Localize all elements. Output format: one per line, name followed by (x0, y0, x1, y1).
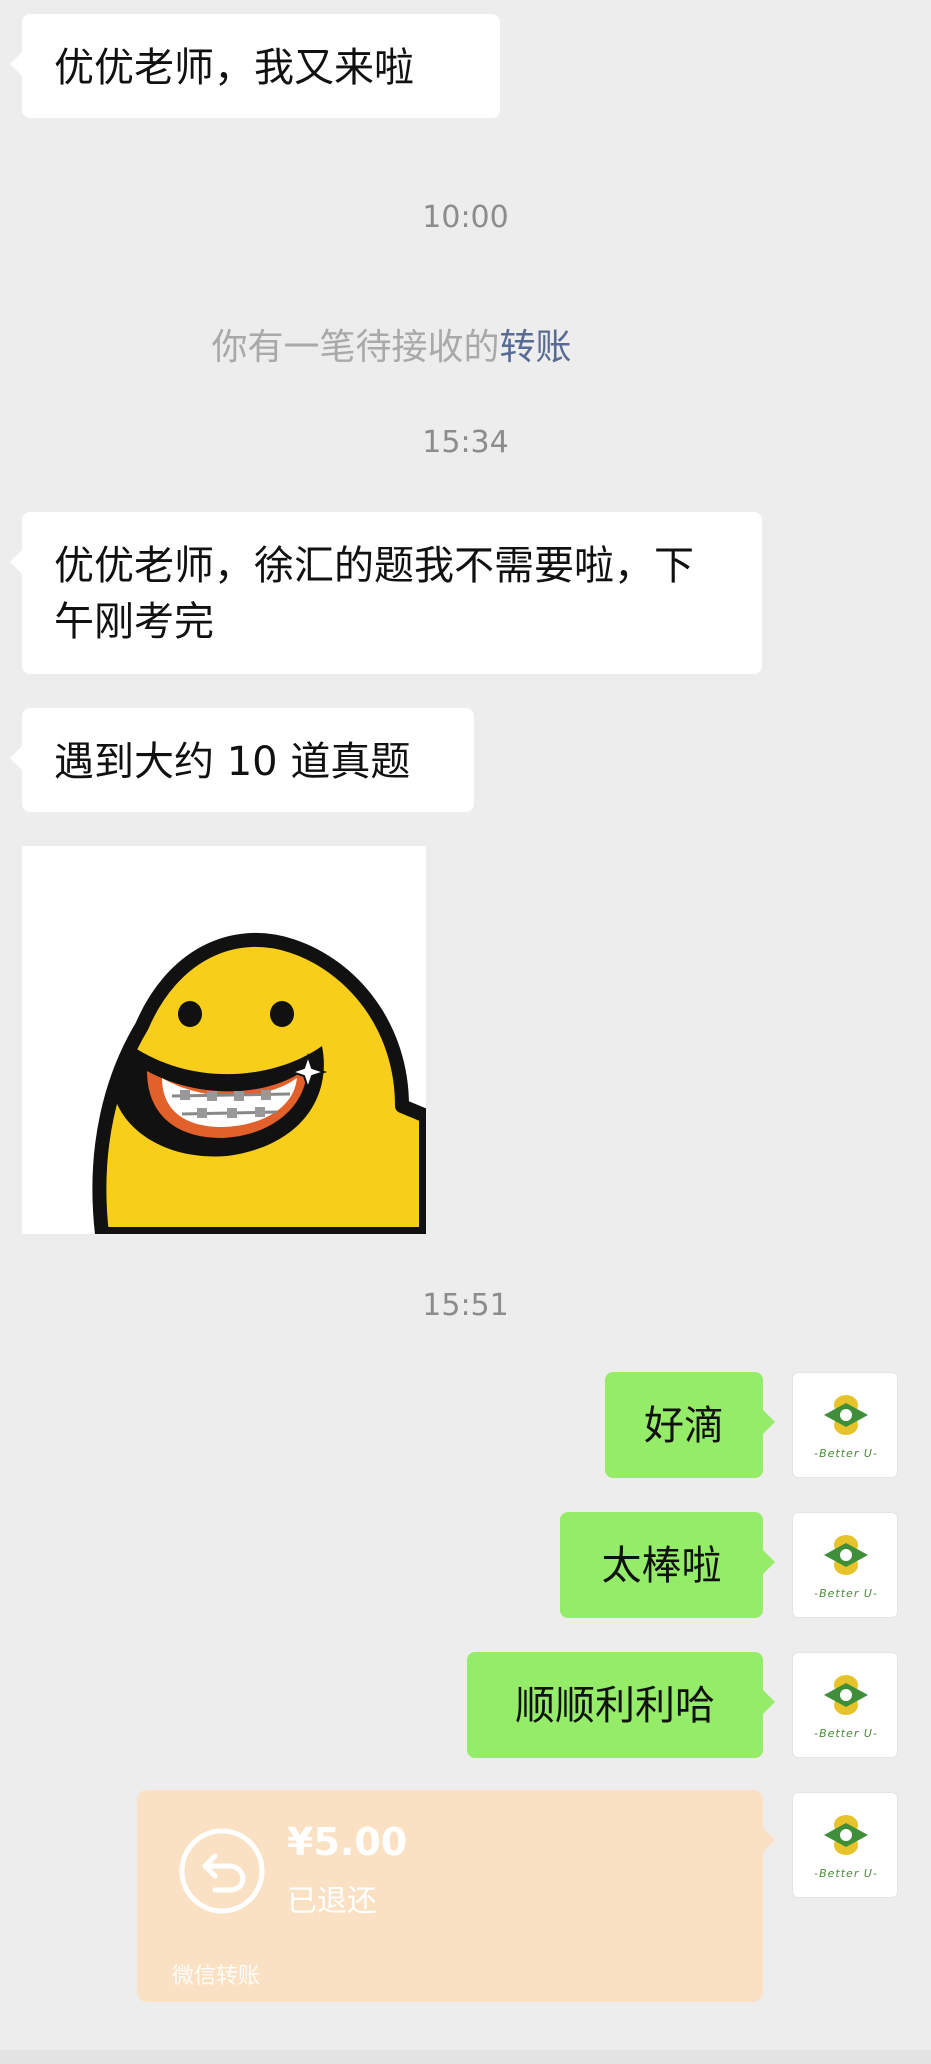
avatar[interactable]: -Better U- (792, 1652, 898, 1758)
message-text: 优优老师，我又来啦 (54, 45, 414, 91)
timestamp: 15:51 (422, 1288, 509, 1323)
pending-transfer-notice: 你有一笔待接收的转账 (0, 318, 783, 370)
message-text: 太棒啦 (601, 1543, 722, 1589)
timestamp: 10:00 (422, 200, 509, 235)
avatar[interactable]: -Better U- (792, 1512, 898, 1618)
return-arrow-icon (179, 1828, 265, 1914)
better-u-logo-icon (824, 1675, 868, 1715)
transfer-footer: 微信转账 (172, 1964, 261, 1989)
transfer-amount: ¥5.00 (287, 1820, 408, 1864)
timestamp: 15:34 (422, 425, 509, 460)
transfer-card[interactable]: ¥5.00 已退还 微信转账 (137, 1790, 775, 2002)
outgoing-message[interactable]: 太棒啦 (560, 1512, 775, 1618)
avatar-label: -Better U- (814, 1587, 878, 1600)
better-u-logo-icon (824, 1395, 868, 1435)
incoming-message[interactable]: 遇到大约 10 道真题 (10, 708, 474, 812)
message-text: 优优老师，徐汇的题我不需要啦，下午刚考完 (54, 543, 694, 645)
notice-text: 你有一笔待接收的 (211, 327, 500, 368)
bottom-edge (0, 2050, 931, 2064)
avatar-label: -Better U- (814, 1867, 878, 1880)
avatar[interactable]: -Better U- (792, 1792, 898, 1898)
avatar-label: -Better U- (814, 1727, 878, 1740)
message-text: 好滴 (644, 1403, 724, 1449)
message-text: 顺顺利利哈 (515, 1683, 715, 1729)
incoming-message[interactable]: 优优老师，我又来啦 (10, 14, 500, 118)
duck-sticker-icon (92, 932, 426, 1234)
transfer-status: 已退还 (287, 1884, 377, 1919)
duck-sticker[interactable] (22, 846, 426, 1234)
outgoing-message[interactable]: 顺顺利利哈 (467, 1652, 775, 1758)
better-u-logo-icon (824, 1535, 868, 1575)
outgoing-message[interactable]: 好滴 (605, 1372, 775, 1478)
avatar[interactable]: -Better U- (792, 1372, 898, 1478)
incoming-message[interactable]: 优优老师，徐汇的题我不需要啦，下午刚考完 (10, 512, 762, 674)
transfer-link[interactable]: 转账 (500, 327, 572, 368)
message-text: 遇到大约 10 道真题 (54, 739, 411, 785)
better-u-logo-icon (824, 1815, 868, 1855)
avatar-label: -Better U- (814, 1447, 878, 1460)
